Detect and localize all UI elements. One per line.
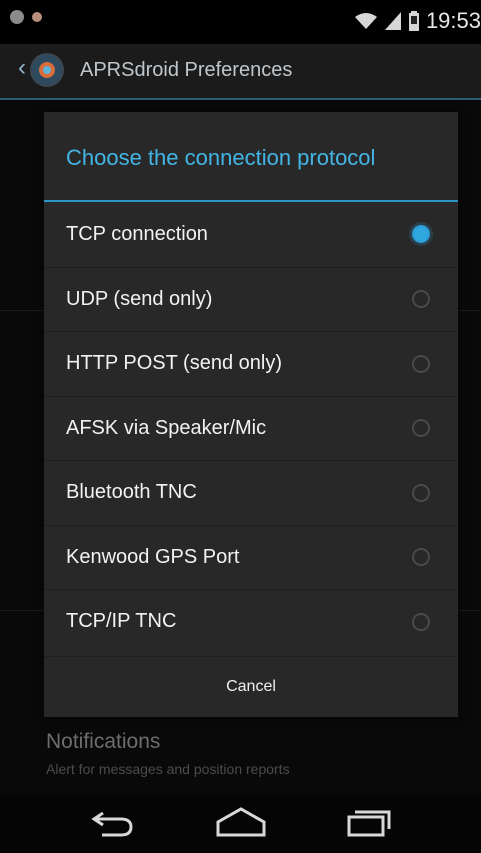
navigation-bar [0,793,481,853]
protocol-option[interactable]: TCP/IP TNC [44,589,458,654]
wifi-icon [354,13,377,29]
notifications-pref-title[interactable]: Notifications [46,730,160,754]
notification-icon [10,10,24,24]
radio-unchecked-icon[interactable] [412,483,430,502]
radio-unchecked-icon[interactable] [412,290,430,309]
dialog-title: Choose the connection protocol [66,145,376,170]
protocol-option-label: TCP connection [66,222,208,245]
recents-icon[interactable] [345,805,393,839]
back-icon[interactable] [88,805,138,839]
battery-icon [408,11,419,31]
radio-unchecked-icon[interactable] [412,419,430,438]
protocol-option[interactable]: Bluetooth TNC [44,460,458,525]
radio-unchecked-icon[interactable] [412,548,430,567]
protocol-option-label: AFSK via Speaker/Mic [66,416,267,439]
status-notifications [10,10,42,24]
protocol-option[interactable]: TCP connection [44,202,458,267]
protocol-option[interactable]: Kenwood GPS Port [44,524,458,590]
signal-icon [384,12,401,30]
action-bar: ‹ APRSdroid Preferences [0,44,481,100]
protocol-option-label: HTTP POST (send only) [66,352,282,375]
notification-icon [32,12,42,22]
status-bar: 19:53 [0,0,481,44]
status-time: 19:53 [425,8,481,33]
protocol-option-label: Bluetooth TNC [66,481,197,504]
protocol-option[interactable]: HTTP POST (send only) [44,331,458,396]
app-icon [32,55,62,85]
page-title: APRSdroid Preferences [80,59,293,81]
cancel-button[interactable]: Cancel [44,656,458,717]
protocol-option-label: Kenwood GPS Port [66,545,240,568]
notifications-pref-subtitle: Alert for messages and position reports [46,761,290,777]
protocol-options: TCP connection UDP (send only) HTTP POST… [44,202,458,654]
radio-checked-icon[interactable] [412,225,430,244]
status-indicators: 19:53 [354,8,481,34]
home-icon[interactable] [215,805,267,839]
protocol-option-label: UDP (send only) [66,287,213,310]
up-icon[interactable]: ‹ [18,54,26,82]
radio-unchecked-icon[interactable] [412,612,430,631]
protocol-option[interactable]: AFSK via Speaker/Mic [44,395,458,461]
protocol-option-label: TCP/IP TNC [66,610,177,633]
protocol-option[interactable]: UDP (send only) [44,266,458,332]
radio-unchecked-icon[interactable] [412,354,430,373]
app-logo[interactable] [30,53,64,87]
protocol-dialog: Choose the connection protocol TCP conne… [44,112,458,717]
